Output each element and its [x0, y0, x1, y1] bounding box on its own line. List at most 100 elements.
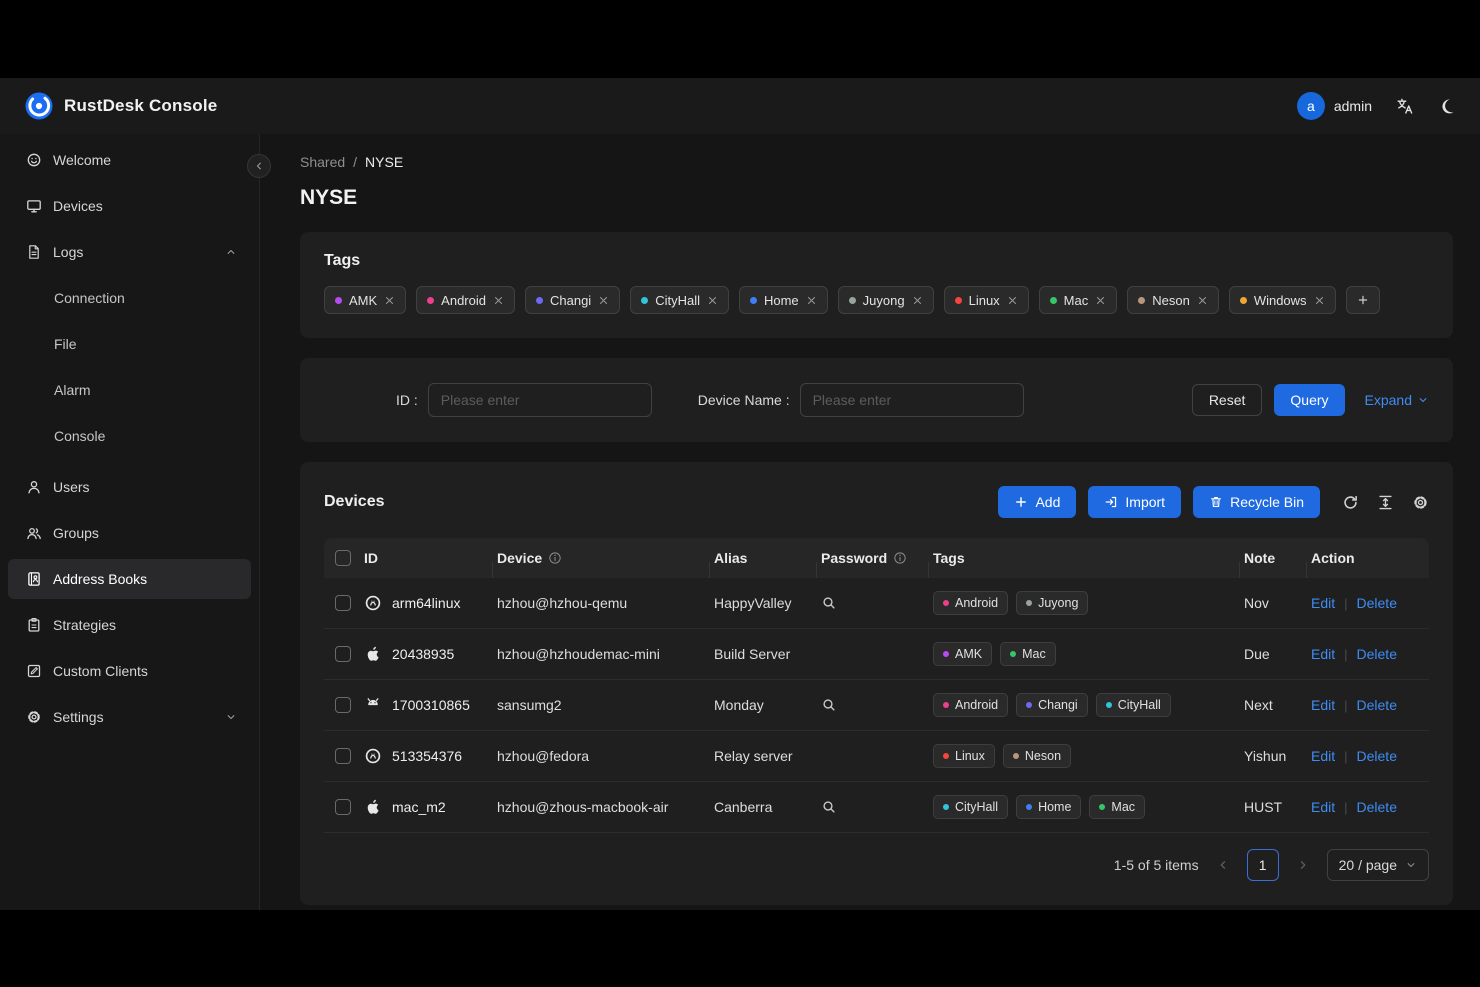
- select-all-checkbox[interactable]: [335, 550, 351, 566]
- remove-tag-icon[interactable]: [493, 295, 504, 306]
- column-height-icon[interactable]: [1377, 494, 1394, 511]
- reload-icon[interactable]: [1342, 494, 1359, 511]
- sidebar-item-file[interactable]: File: [8, 324, 251, 364]
- device-name-filter-input[interactable]: [800, 383, 1024, 417]
- avatar[interactable]: a: [1297, 92, 1325, 120]
- current-page-button[interactable]: 1: [1247, 849, 1279, 881]
- sidebar-item-console[interactable]: Console: [8, 416, 251, 456]
- device-user-cell: hzhou@fedora: [497, 748, 714, 764]
- sidebar-item-settings[interactable]: Settings: [8, 697, 251, 737]
- devices-table: ID Device Alias Password Tags Note Actio…: [324, 538, 1429, 833]
- user-menu[interactable]: a admin: [1297, 92, 1372, 120]
- sidebar-subitem-label: Connection: [54, 290, 125, 306]
- sidebar-item-devices[interactable]: Devices: [8, 186, 251, 226]
- view-password-icon[interactable]: [821, 595, 837, 611]
- tag-chip: Juyong: [1016, 591, 1088, 615]
- edit-link[interactable]: Edit: [1311, 646, 1335, 662]
- sidebar: Welcome Devices Logs Connection File Ala…: [0, 134, 260, 910]
- add-device-button[interactable]: Add: [998, 486, 1076, 518]
- tag-color-dot: [1026, 804, 1032, 810]
- screen: RustDesk Console a admin Welcome: [0, 0, 1480, 987]
- row-checkbox[interactable]: [335, 799, 351, 815]
- edit-link[interactable]: Edit: [1311, 697, 1335, 713]
- expand-toggle[interactable]: Expand: [1365, 392, 1429, 408]
- sidebar-item-label: Custom Clients: [53, 663, 237, 679]
- query-button[interactable]: Query: [1274, 384, 1344, 416]
- tag-label: Mac: [1111, 800, 1135, 814]
- remove-tag-icon[interactable]: [912, 295, 923, 306]
- delete-link[interactable]: Delete: [1357, 697, 1397, 713]
- sidebar-item-label: Welcome: [53, 152, 237, 168]
- delete-link[interactable]: Delete: [1357, 799, 1397, 815]
- row-checkbox[interactable]: [335, 697, 351, 713]
- tag-color-dot: [943, 804, 949, 810]
- tag-label: AMK: [955, 647, 982, 661]
- device-note-cell: Next: [1244, 697, 1311, 713]
- remove-tag-icon[interactable]: [1007, 295, 1018, 306]
- theme-moon-icon[interactable]: [1438, 97, 1456, 115]
- tag-color-dot: [1099, 804, 1105, 810]
- recycle-bin-button[interactable]: Recycle Bin: [1193, 486, 1320, 518]
- next-page-button[interactable]: [1291, 851, 1315, 879]
- tag-chip: CityHall: [1096, 693, 1171, 717]
- add-tag-button[interactable]: [1346, 286, 1380, 314]
- edit-link[interactable]: Edit: [1311, 748, 1335, 764]
- sidebar-item-connection[interactable]: Connection: [8, 278, 251, 318]
- tag-label: Linux: [955, 749, 985, 763]
- table-settings-gear-icon[interactable]: [1412, 494, 1429, 511]
- edit-link[interactable]: Edit: [1311, 595, 1335, 611]
- password-cell: [821, 595, 933, 611]
- view-password-icon[interactable]: [821, 799, 837, 815]
- tags-card-title: Tags: [324, 252, 1429, 270]
- row-actions-cell: Edit|Delete: [1311, 697, 1429, 713]
- remove-tag-icon[interactable]: [806, 295, 817, 306]
- translate-icon[interactable]: [1396, 97, 1414, 115]
- delete-link[interactable]: Delete: [1357, 595, 1397, 611]
- delete-link[interactable]: Delete: [1357, 748, 1397, 764]
- sidebar-item-users[interactable]: Users: [8, 467, 251, 507]
- tag-label: AMK: [349, 293, 377, 308]
- sidebar-item-address-books[interactable]: Address Books: [8, 559, 251, 599]
- delete-link[interactable]: Delete: [1357, 646, 1397, 662]
- breadcrumb-root[interactable]: Shared: [300, 154, 345, 170]
- sidebar-item-strategies[interactable]: Strategies: [8, 605, 251, 645]
- row-checkbox[interactable]: [335, 646, 351, 662]
- import-button[interactable]: Import: [1088, 486, 1181, 518]
- devices-toolbar: Add Import Recycle Bin: [998, 486, 1429, 518]
- info-icon[interactable]: [548, 551, 562, 565]
- tag-color-dot: [536, 297, 543, 304]
- remove-tag-icon[interactable]: [1095, 295, 1106, 306]
- remove-tag-icon[interactable]: [384, 295, 395, 306]
- devices-card: Devices Add Import Recycle Bin: [300, 462, 1453, 905]
- remove-tag-icon[interactable]: [1197, 295, 1208, 306]
- remove-tag-icon[interactable]: [707, 295, 718, 306]
- sidebar-item-logs[interactable]: Logs: [8, 232, 251, 272]
- linux-os-icon: [364, 594, 382, 612]
- row-checkbox[interactable]: [335, 595, 351, 611]
- sidebar-item-custom-clients[interactable]: Custom Clients: [8, 651, 251, 691]
- tag-color-dot: [1013, 753, 1019, 759]
- info-icon[interactable]: [893, 551, 907, 565]
- tag-pill: AMK: [324, 286, 406, 314]
- chevron-up-icon: [225, 246, 237, 258]
- id-filter-input[interactable]: [428, 383, 652, 417]
- row-checkbox[interactable]: [335, 748, 351, 764]
- previous-page-button[interactable]: [1211, 851, 1235, 879]
- trash-icon: [1209, 495, 1223, 509]
- sidebar-collapse-button[interactable]: [247, 154, 271, 178]
- brand: RustDesk Console: [24, 91, 217, 121]
- remove-tag-icon[interactable]: [1314, 295, 1325, 306]
- device-note-cell: Yishun: [1244, 748, 1311, 764]
- row-checkbox-cell: [324, 697, 364, 713]
- sidebar-item-alarm[interactable]: Alarm: [8, 370, 251, 410]
- sidebar-item-welcome[interactable]: Welcome: [8, 140, 251, 180]
- column-header-action: Action: [1311, 550, 1429, 566]
- row-tags-cell: Android Juyong: [933, 591, 1244, 615]
- tag-pill: Android: [416, 286, 515, 314]
- sidebar-item-groups[interactable]: Groups: [8, 513, 251, 553]
- view-password-icon[interactable]: [821, 697, 837, 713]
- edit-link[interactable]: Edit: [1311, 799, 1335, 815]
- page-size-select[interactable]: 20 / page: [1327, 849, 1429, 881]
- remove-tag-icon[interactable]: [598, 295, 609, 306]
- reset-button[interactable]: Reset: [1192, 384, 1263, 416]
